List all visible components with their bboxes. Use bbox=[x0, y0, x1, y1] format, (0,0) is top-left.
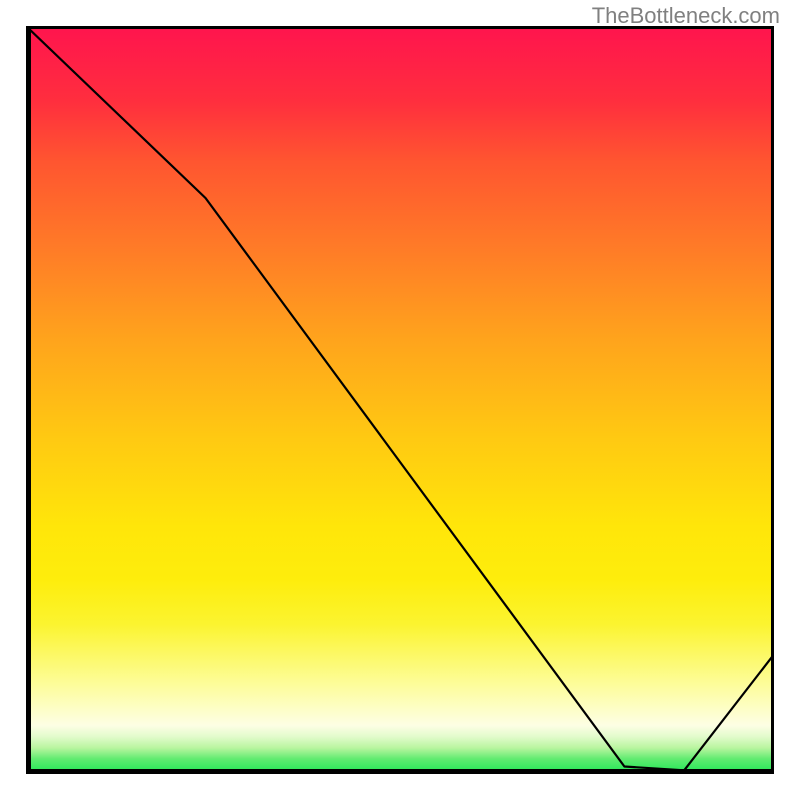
chart-container: TheBottleneck.com bbox=[0, 0, 800, 800]
watermark-text: TheBottleneck.com bbox=[592, 3, 780, 29]
data-curve bbox=[26, 26, 774, 770]
line-layer bbox=[26, 26, 774, 774]
plot-area bbox=[26, 26, 774, 774]
